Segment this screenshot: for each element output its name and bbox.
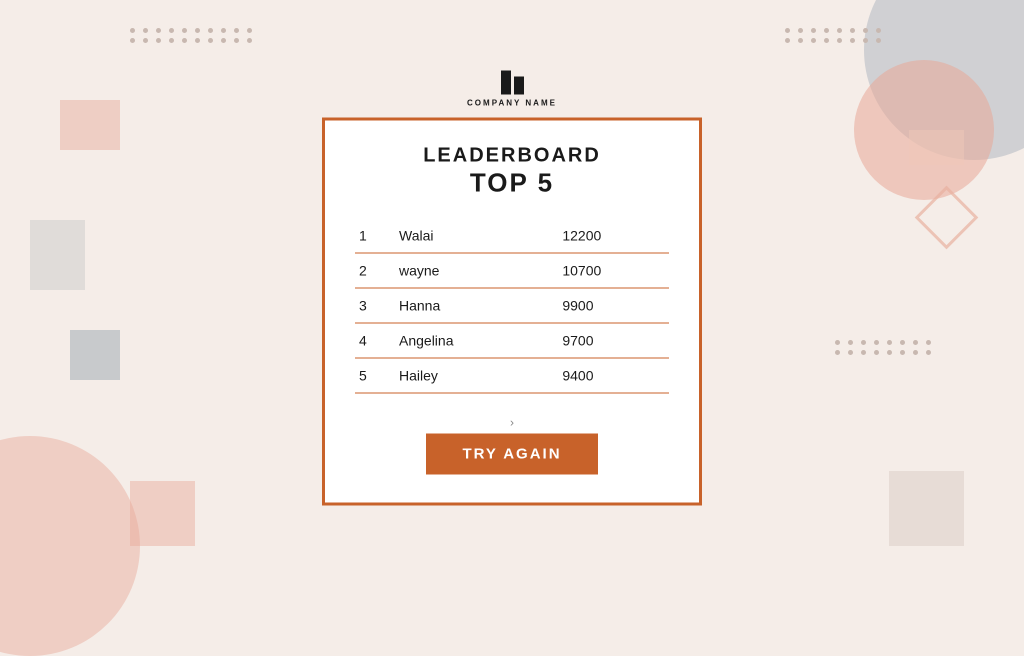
company-name: COMPANY NAME — [467, 99, 557, 108]
chevron-indicator: › — [355, 412, 669, 434]
logo-icon — [501, 71, 524, 95]
table-row: 1 Walai 12200 — [355, 219, 669, 254]
circle-pink-bottom-left — [0, 436, 140, 656]
table-row: 3 Hanna 9900 — [355, 288, 669, 323]
rank-cell: 5 — [355, 358, 385, 393]
logo-bar-right — [514, 77, 524, 95]
rect-pink-lower-left — [130, 481, 195, 546]
circle-pink-top-right — [854, 60, 994, 200]
score-cell: 10700 — [502, 253, 669, 288]
score-cell: 12200 — [502, 219, 669, 254]
leaderboard-card: LEADERBOARD TOP 5 1 Walai 12200 2 wayne … — [322, 118, 702, 506]
dots-top-left — [130, 28, 255, 43]
rect-gray-lower-left — [70, 330, 120, 380]
rank-cell: 2 — [355, 253, 385, 288]
name-cell: wayne — [385, 253, 502, 288]
dots-right — [835, 340, 934, 355]
rank-cell: 4 — [355, 323, 385, 358]
rect-bottom-right — [889, 471, 964, 546]
name-cell: Walai — [385, 219, 502, 254]
card-title-line1: LEADERBOARD — [355, 145, 669, 168]
name-cell: Hanna — [385, 288, 502, 323]
main-container: COMPANY NAME LEADERBOARD TOP 5 1 Walai 1… — [322, 71, 702, 506]
circle-gray-top-right — [864, 0, 1024, 160]
dots-top-right — [785, 28, 884, 43]
rank-cell: 3 — [355, 288, 385, 323]
rect-outline-right — [915, 186, 979, 250]
card-title: LEADERBOARD TOP 5 — [355, 145, 669, 199]
score-cell: 9400 — [502, 358, 669, 393]
name-cell: Hailey — [385, 358, 502, 393]
table-row: 4 Angelina 9700 — [355, 323, 669, 358]
card-title-line2: TOP 5 — [355, 168, 669, 199]
table-row: 2 wayne 10700 — [355, 253, 669, 288]
company-logo: COMPANY NAME — [467, 71, 557, 108]
rank-cell: 1 — [355, 219, 385, 254]
score-cell: 9900 — [502, 288, 669, 323]
table-row: 5 Hailey 9400 — [355, 358, 669, 393]
try-again-button[interactable]: TRY AGAIN — [426, 434, 597, 475]
rect-pink-top-left — [60, 100, 120, 150]
logo-bar-left — [501, 71, 511, 95]
rect-pink-right — [909, 130, 964, 165]
score-cell: 9700 — [502, 323, 669, 358]
name-cell: Angelina — [385, 323, 502, 358]
leaderboard-table: 1 Walai 12200 2 wayne 10700 3 Hanna 9900… — [355, 219, 669, 394]
rect-gray-mid-left — [30, 220, 85, 290]
